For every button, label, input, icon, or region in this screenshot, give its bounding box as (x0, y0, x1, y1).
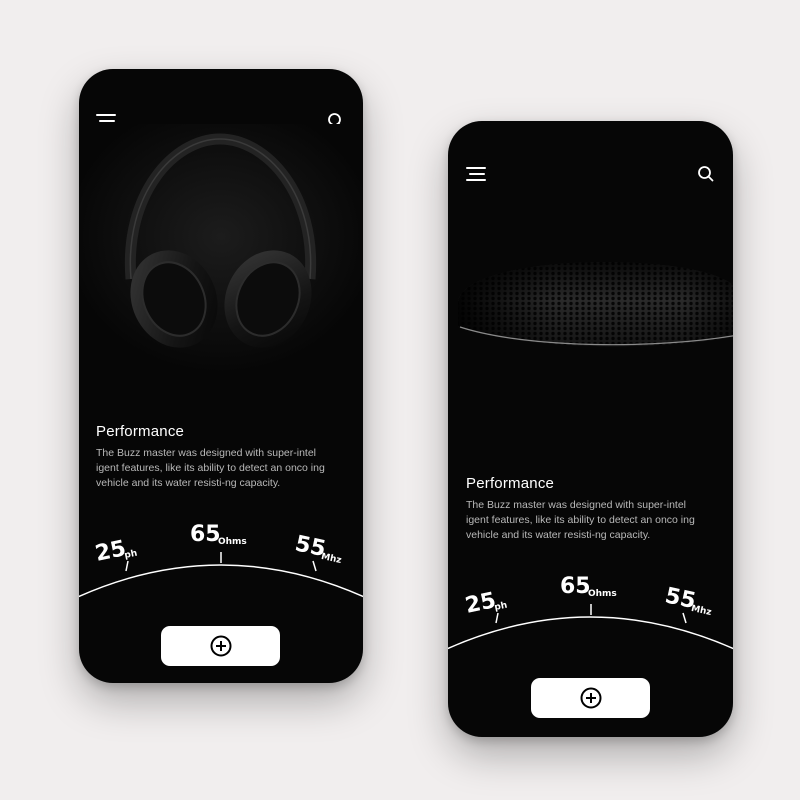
section-description: The Buzz master was designed with super-… (96, 447, 325, 489)
specs-gauge: 25 ph 65 Ohms 55 Mhz (79, 509, 363, 619)
spec-unit: Mhz (320, 552, 342, 566)
section-title: Performance (466, 475, 555, 492)
specs-gauge: 25 ph 65 Ohms 55 Mhz (448, 561, 733, 671)
plus-circle-icon (580, 687, 601, 709)
add-button[interactable] (531, 678, 650, 718)
speaker-grille-image (458, 262, 733, 347)
spec-unit: ph (124, 549, 139, 561)
spec-unit: Mhz (690, 604, 712, 618)
headphones-image (79, 124, 363, 374)
spec-unit: ph (494, 601, 509, 613)
spec-value: 65 (190, 522, 221, 547)
phone-screen-speaker: Performance The Buzz master was designed… (448, 121, 733, 737)
spec-value: 65 (560, 574, 591, 599)
section-title: Performance (96, 423, 185, 440)
phone-screen-headphones: Performance The Buzz master was designed… (79, 69, 363, 683)
plus-circle-icon (210, 635, 231, 657)
search-icon[interactable] (697, 165, 715, 183)
section-description: The Buzz master was designed with super-… (466, 499, 695, 541)
spec-unit: Ohms (588, 589, 617, 599)
add-button[interactable] (161, 626, 280, 666)
menu-icon[interactable] (466, 166, 488, 182)
spec-unit: Ohms (218, 537, 247, 547)
